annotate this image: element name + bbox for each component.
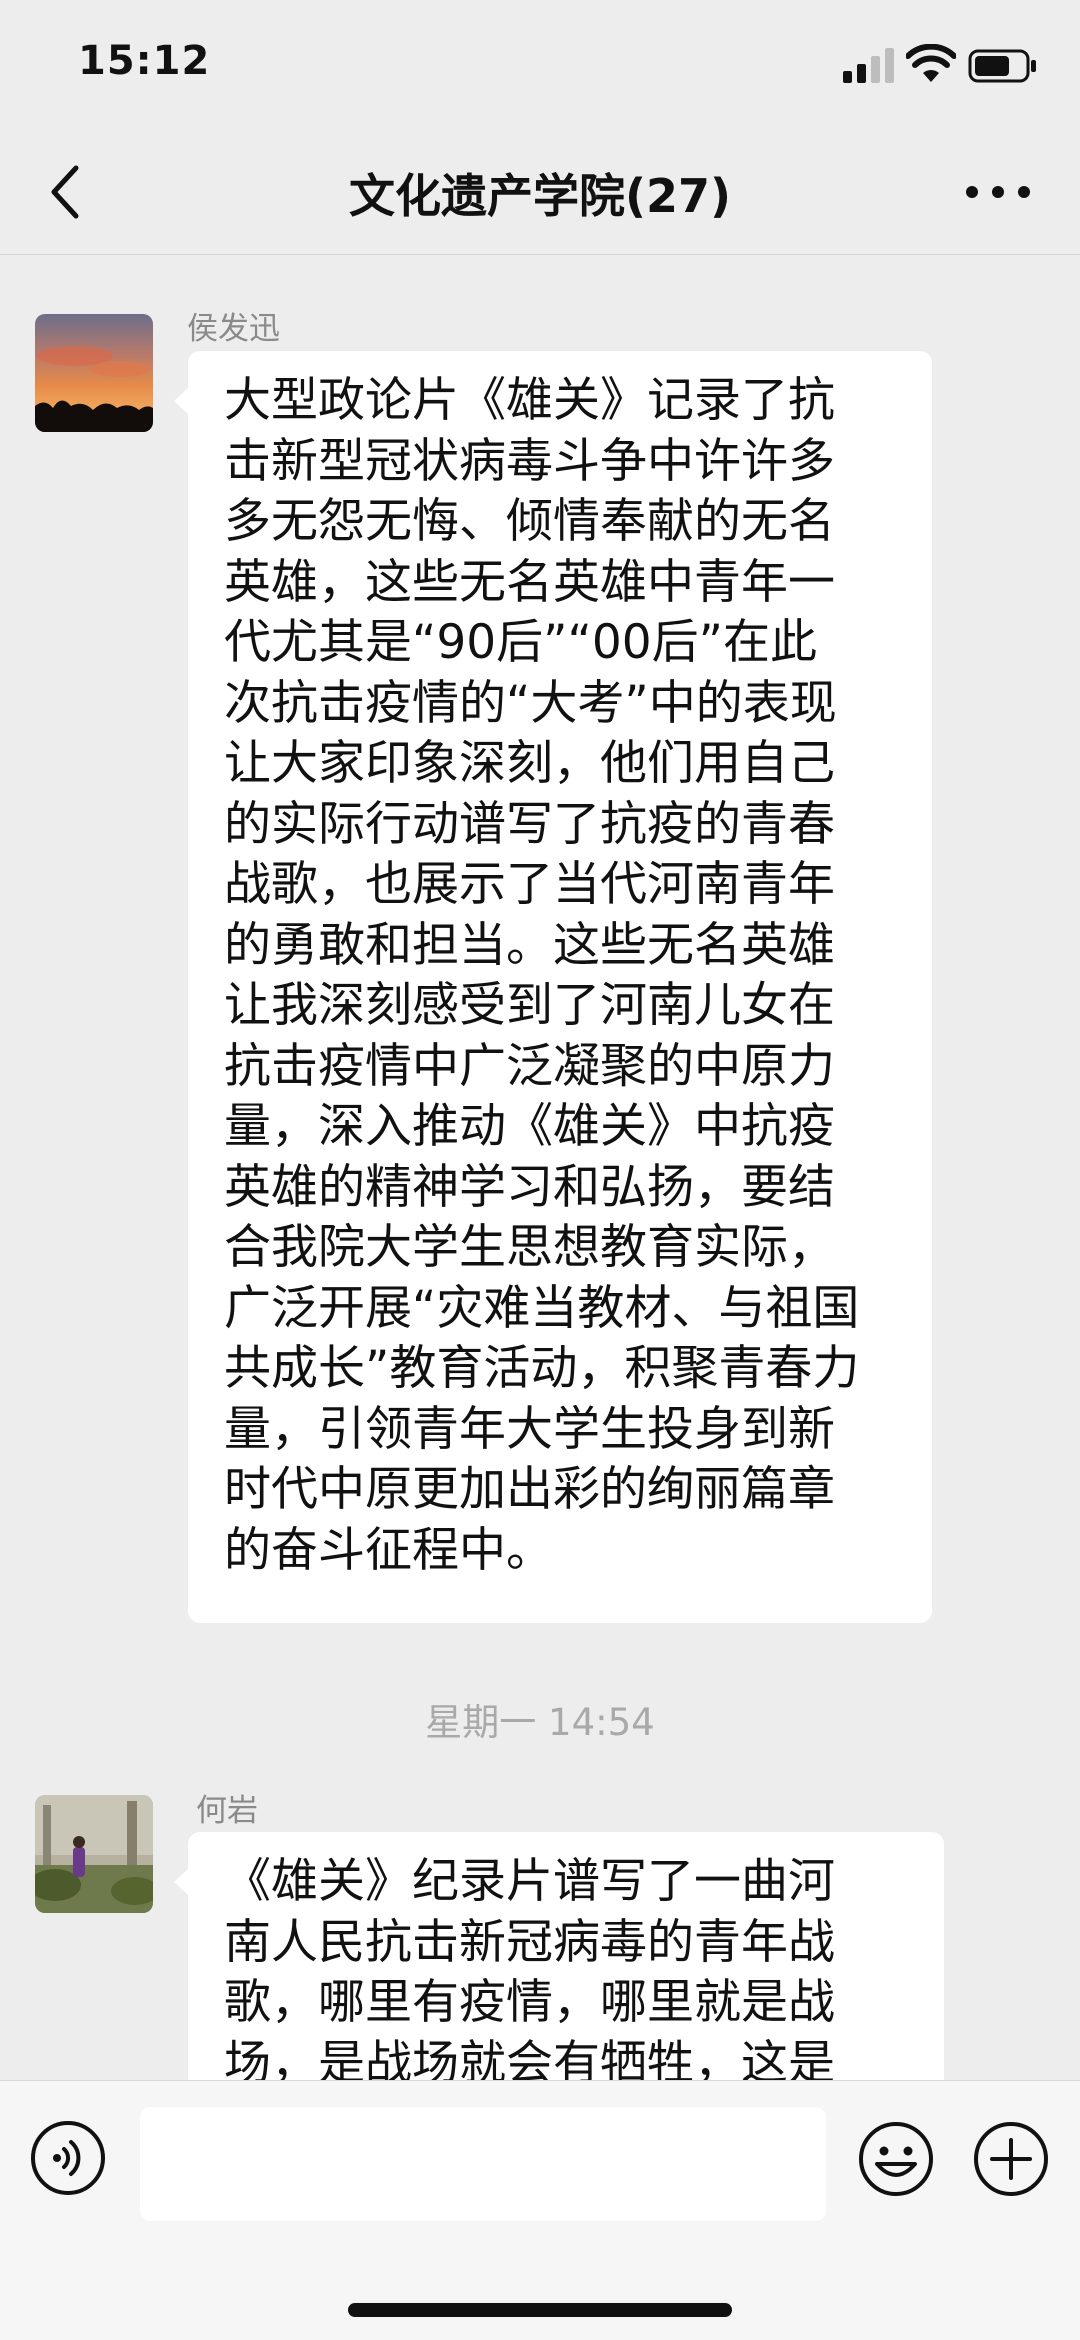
plus-circle-icon[interactable] xyxy=(972,2120,1050,2198)
wifi-icon xyxy=(906,44,956,82)
voice-icon[interactable] xyxy=(30,2120,106,2196)
person-in-park-avatar xyxy=(35,1795,153,1913)
more-horizontal-icon[interactable] xyxy=(962,170,1034,214)
sunset-photo-avatar xyxy=(35,314,153,432)
chat-header: 文化遗产学院(27) xyxy=(0,130,1080,255)
avatar-park[interactable] xyxy=(35,1795,153,1913)
chat-title: 文化遗产学院(27) xyxy=(348,169,732,223)
sender-name: 侯发迅 xyxy=(187,311,280,347)
message-input[interactable] xyxy=(140,2107,826,2221)
signal-icon xyxy=(843,48,894,83)
battery-icon xyxy=(968,49,1036,83)
message-bubble[interactable]: 《雄关》纪录片谱写了一曲河 南人民抗击新冠病毒的青年战 歌，哪里有疫情，哪里就是… xyxy=(174,1832,944,2080)
home-indicator xyxy=(348,2303,732,2317)
message-timestamp: 星期一 14:54 xyxy=(425,1701,655,1744)
status-bar: 15:12 xyxy=(0,0,1080,130)
message-list[interactable]: 侯发迅 大型政论片《雄关》记录了抗 击新型冠状病毒斗争中许许多 多无怨无悔、倾情… xyxy=(0,255,1080,2080)
avatar-sunset[interactable] xyxy=(35,314,153,432)
emoji-icon[interactable] xyxy=(857,2120,935,2198)
message-bubble[interactable]: 大型政论片《雄关》记录了抗 击新型冠状病毒斗争中许许多 多无怨无悔、倾情奉献的无… xyxy=(174,351,932,1623)
input-bar xyxy=(0,2080,1080,2340)
sender-name: 何岩 xyxy=(196,1793,258,1829)
status-time: 15:12 xyxy=(78,38,211,84)
